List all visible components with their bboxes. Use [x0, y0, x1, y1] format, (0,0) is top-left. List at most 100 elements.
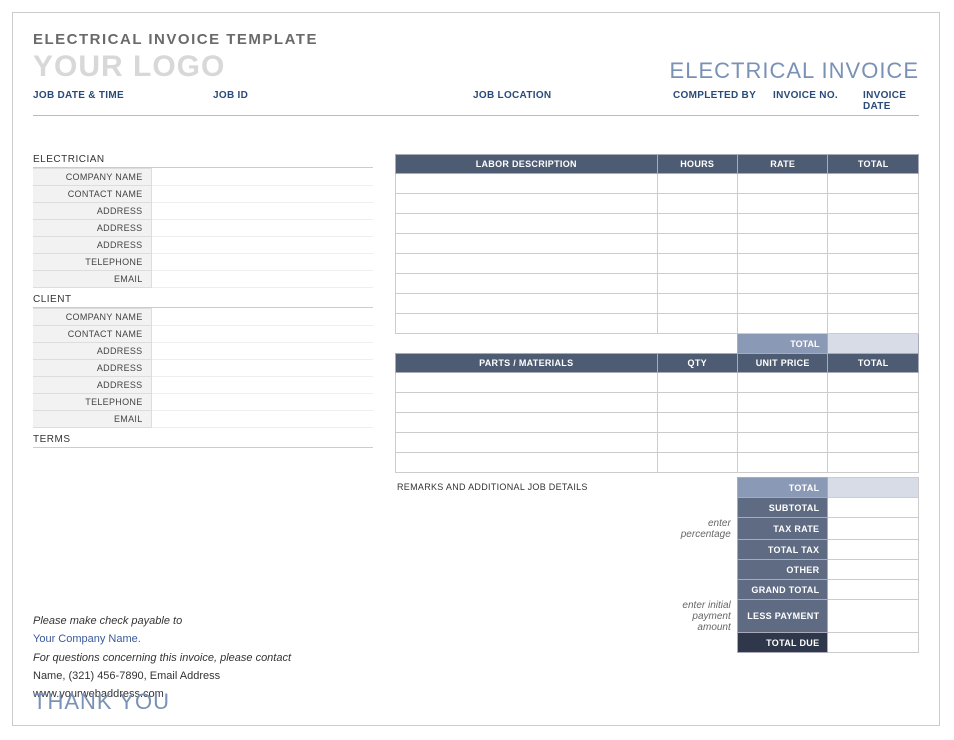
section-terms: TERMS: [33, 434, 373, 448]
summary-totaltax-label: TOTAL TAX: [737, 540, 828, 560]
labor-cell[interactable]: [737, 294, 828, 314]
summary-totaltax-value: [828, 540, 919, 560]
summary-taxrate-label: TAX RATE: [737, 518, 828, 540]
parts-cell[interactable]: [657, 433, 737, 453]
summary-taxrate-value[interactable]: [828, 518, 919, 540]
labor-cell[interactable]: [396, 274, 658, 294]
col-invoice-date: INVOICE DATE: [863, 90, 919, 112]
electrician-company-name[interactable]: [151, 169, 373, 186]
electrician-address-2[interactable]: [151, 220, 373, 237]
summary-lesspayment-value[interactable]: [828, 600, 919, 633]
labor-cell[interactable]: [657, 294, 737, 314]
labor-cell[interactable]: [828, 234, 919, 254]
labor-cell[interactable]: [396, 314, 658, 334]
parts-cell[interactable]: [657, 393, 737, 413]
labor-cell[interactable]: [737, 174, 828, 194]
labor-cell[interactable]: [396, 294, 658, 314]
labor-cell[interactable]: [737, 254, 828, 274]
label-contact-name: CONTACT NAME: [33, 186, 151, 203]
template-title: ELECTRICAL INVOICE TEMPLATE: [33, 31, 919, 48]
parts-cell[interactable]: [396, 393, 658, 413]
labor-col-rate: RATE: [737, 155, 828, 174]
parts-cell[interactable]: [657, 373, 737, 393]
summary-totaldue-value: [828, 633, 919, 653]
labor-cell[interactable]: [828, 314, 919, 334]
client-contact-name[interactable]: [151, 326, 373, 343]
col-job-datetime: JOB DATE & TIME: [33, 90, 213, 112]
summary-other-value[interactable]: [828, 560, 919, 580]
parts-cell[interactable]: [737, 433, 828, 453]
labor-subtotal-label: TOTAL: [737, 334, 828, 354]
client-address-1[interactable]: [151, 343, 373, 360]
client-address-2[interactable]: [151, 360, 373, 377]
labor-cell[interactable]: [396, 174, 658, 194]
contact-line: Name, (321) 456-7890, Email Address: [33, 667, 291, 685]
col-job-id: JOB ID: [213, 90, 473, 112]
logo-placeholder: YOUR LOGO: [33, 50, 225, 84]
client-telephone[interactable]: [151, 394, 373, 411]
labor-cell[interactable]: [657, 254, 737, 274]
labor-cell[interactable]: [737, 274, 828, 294]
right-column: LABOR DESCRIPTION HOURS RATE TOTAL TOTAL: [395, 154, 919, 653]
labor-cell[interactable]: [657, 234, 737, 254]
parts-cell[interactable]: [737, 373, 828, 393]
client-email[interactable]: [151, 411, 373, 428]
label-telephone: TELEPHONE: [33, 394, 151, 411]
summary-subtotal-label: SUBTOTAL: [737, 498, 828, 518]
labor-table: LABOR DESCRIPTION HOURS RATE TOTAL TOTAL: [395, 154, 919, 354]
labor-cell[interactable]: [657, 194, 737, 214]
labor-cell[interactable]: [657, 214, 737, 234]
labor-col-total: TOTAL: [828, 155, 919, 174]
labor-cell[interactable]: [828, 274, 919, 294]
parts-cell[interactable]: [396, 433, 658, 453]
labor-cell[interactable]: [828, 254, 919, 274]
client-company-name[interactable]: [151, 309, 373, 326]
labor-cell[interactable]: [828, 174, 919, 194]
parts-cell[interactable]: [396, 373, 658, 393]
header: YOUR LOGO ELECTRICAL INVOICE: [33, 50, 919, 84]
parts-cell[interactable]: [737, 393, 828, 413]
electrician-telephone[interactable]: [151, 254, 373, 271]
labor-cell[interactable]: [657, 174, 737, 194]
label-company-name: COMPANY NAME: [33, 309, 151, 326]
labor-cell[interactable]: [657, 274, 737, 294]
labor-cell[interactable]: [737, 314, 828, 334]
labor-cell[interactable]: [828, 214, 919, 234]
labor-cell[interactable]: [396, 234, 658, 254]
questions-line: For questions concerning this invoice, p…: [33, 649, 291, 667]
labor-cell[interactable]: [396, 214, 658, 234]
parts-cell[interactable]: [396, 453, 658, 473]
electrician-address-3[interactable]: [151, 237, 373, 254]
labor-cell[interactable]: [737, 214, 828, 234]
parts-cell[interactable]: [828, 413, 919, 433]
parts-cell[interactable]: [737, 453, 828, 473]
parts-col-desc: PARTS / MATERIALS: [396, 354, 658, 373]
parts-cell[interactable]: [828, 433, 919, 453]
label-address: ADDRESS: [33, 237, 151, 254]
client-table: COMPANY NAME CONTACT NAME ADDRESS ADDRES…: [33, 308, 373, 428]
labor-cell[interactable]: [657, 314, 737, 334]
parts-cell[interactable]: [828, 373, 919, 393]
parts-cell[interactable]: [657, 413, 737, 433]
labor-cell[interactable]: [828, 294, 919, 314]
client-address-3[interactable]: [151, 377, 373, 394]
parts-cell[interactable]: [737, 413, 828, 433]
electrician-contact-name[interactable]: [151, 186, 373, 203]
label-telephone: TELEPHONE: [33, 254, 151, 271]
parts-cell[interactable]: [828, 453, 919, 473]
labor-cell[interactable]: [737, 234, 828, 254]
parts-cell[interactable]: [396, 413, 658, 433]
parts-cell[interactable]: [828, 393, 919, 413]
job-header-row: JOB DATE & TIME JOB ID JOB LOCATION COMP…: [33, 90, 919, 116]
hint-percentage: enter percentage: [657, 518, 738, 540]
section-client: CLIENT: [33, 294, 373, 308]
parts-cell[interactable]: [657, 453, 737, 473]
electrician-address-1[interactable]: [151, 203, 373, 220]
labor-cell[interactable]: [828, 194, 919, 214]
labor-cell[interactable]: [737, 194, 828, 214]
electrician-email[interactable]: [151, 271, 373, 288]
labor-cell[interactable]: [396, 194, 658, 214]
label-email: EMAIL: [33, 271, 151, 288]
col-job-location: JOB LOCATION: [473, 90, 673, 112]
labor-cell[interactable]: [396, 254, 658, 274]
